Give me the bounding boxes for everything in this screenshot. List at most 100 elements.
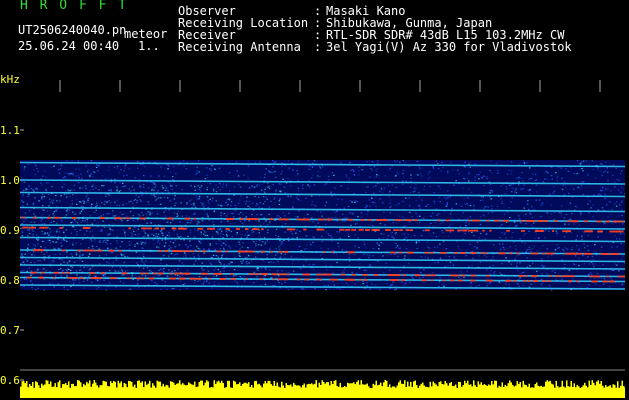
noise-speck	[393, 237, 395, 239]
noise-speck	[124, 231, 126, 233]
signal-hot-spot	[86, 227, 89, 229]
noise-speck	[357, 237, 359, 239]
noise-speck	[132, 278, 134, 281]
power-bar-column	[255, 380, 257, 398]
noise-speck	[222, 233, 224, 236]
noise-speck	[450, 223, 452, 225]
power-bar-column	[207, 381, 209, 398]
noise-speck	[276, 215, 278, 217]
noise-speck	[599, 170, 601, 172]
noise-speck	[426, 241, 428, 243]
noise-speck	[459, 204, 461, 206]
noise-speck	[233, 275, 235, 277]
power-bar-column	[83, 383, 85, 398]
power-bar-column	[336, 386, 338, 398]
noise-speck	[201, 220, 204, 222]
noise-speck	[54, 253, 56, 256]
noise-speck	[181, 283, 184, 285]
noise-speck	[266, 232, 269, 234]
noise-speck	[223, 212, 226, 215]
noise-speck	[33, 213, 35, 215]
signal-hot-spot	[225, 250, 228, 253]
noise-speck	[21, 223, 23, 225]
signal-hot-spot	[22, 226, 26, 229]
noise-speck	[569, 202, 572, 204]
power-bar-column	[98, 387, 100, 398]
noise-speck	[391, 184, 394, 186]
noise-speck	[130, 200, 132, 202]
noise-speck	[492, 258, 495, 260]
noise-speck	[487, 206, 489, 208]
power-bar-column	[267, 380, 269, 398]
noise-speck	[568, 269, 571, 271]
noise-speck	[174, 274, 177, 276]
power-bar-column	[488, 384, 490, 398]
signal-hot-spot	[237, 250, 244, 253]
noise-speck	[42, 175, 44, 177]
noise-speck	[621, 284, 623, 286]
noise-speck	[452, 264, 455, 266]
power-bar-column	[594, 385, 596, 398]
noise-speck	[588, 284, 590, 286]
signal-hot-spot	[173, 250, 180, 252]
noise-speck	[490, 198, 492, 200]
noise-speck	[272, 262, 275, 264]
signal-hot-spot	[584, 230, 589, 233]
noise-speck	[375, 176, 378, 178]
noise-speck	[63, 193, 66, 195]
signal-hot-spot	[351, 273, 356, 276]
power-bar-column	[260, 385, 262, 398]
noise-speck	[312, 241, 314, 243]
noise-speck	[363, 253, 365, 255]
noise-speck	[510, 263, 513, 265]
noise-speck	[243, 220, 246, 222]
noise-speck	[36, 234, 38, 236]
noise-speck	[22, 269, 24, 271]
noise-speck	[569, 167, 572, 169]
noise-speck	[535, 233, 537, 235]
noise-speck	[469, 162, 471, 164]
noise-speck	[591, 160, 594, 162]
noise-speck	[548, 284, 551, 287]
noise-speck	[88, 182, 91, 184]
noise-speck	[561, 278, 563, 280]
noise-speck	[296, 237, 298, 239]
power-bar-column	[245, 382, 247, 398]
noise-speck	[218, 260, 220, 262]
noise-speck	[261, 213, 263, 215]
noise-speck	[560, 205, 563, 207]
noise-speck	[96, 164, 98, 166]
power-bar-column	[105, 381, 107, 398]
noise-speck	[131, 235, 133, 237]
noise-speck	[465, 225, 467, 227]
noise-speck	[523, 184, 525, 186]
noise-speck	[43, 195, 46, 198]
noise-speck	[185, 168, 188, 170]
signal-hot-spot	[303, 228, 307, 231]
noise-speck	[467, 204, 469, 206]
noise-speck	[142, 214, 144, 216]
noise-speck	[49, 263, 51, 265]
power-bar-column	[314, 383, 316, 398]
noise-speck	[133, 226, 136, 228]
noise-speck	[312, 204, 315, 206]
noise-speck	[430, 222, 432, 224]
power-bar-column	[401, 383, 403, 398]
power-bar-column	[573, 383, 575, 398]
noise-speck	[411, 216, 413, 218]
noise-speck	[201, 262, 203, 264]
noise-speck	[84, 185, 87, 187]
noise-speck	[445, 255, 447, 257]
power-bar-column	[525, 385, 527, 398]
noise-speck	[215, 191, 218, 193]
noise-speck	[204, 234, 207, 237]
noise-speck	[614, 235, 616, 237]
signal-hot-spot	[194, 277, 198, 280]
noise-speck	[240, 195, 242, 197]
noise-speck	[383, 233, 385, 235]
power-bar-column	[249, 387, 251, 398]
noise-speck	[112, 215, 114, 217]
signal-hot-spot	[249, 273, 253, 275]
noise-speck	[305, 260, 307, 262]
signal-hot-spot	[90, 277, 97, 279]
